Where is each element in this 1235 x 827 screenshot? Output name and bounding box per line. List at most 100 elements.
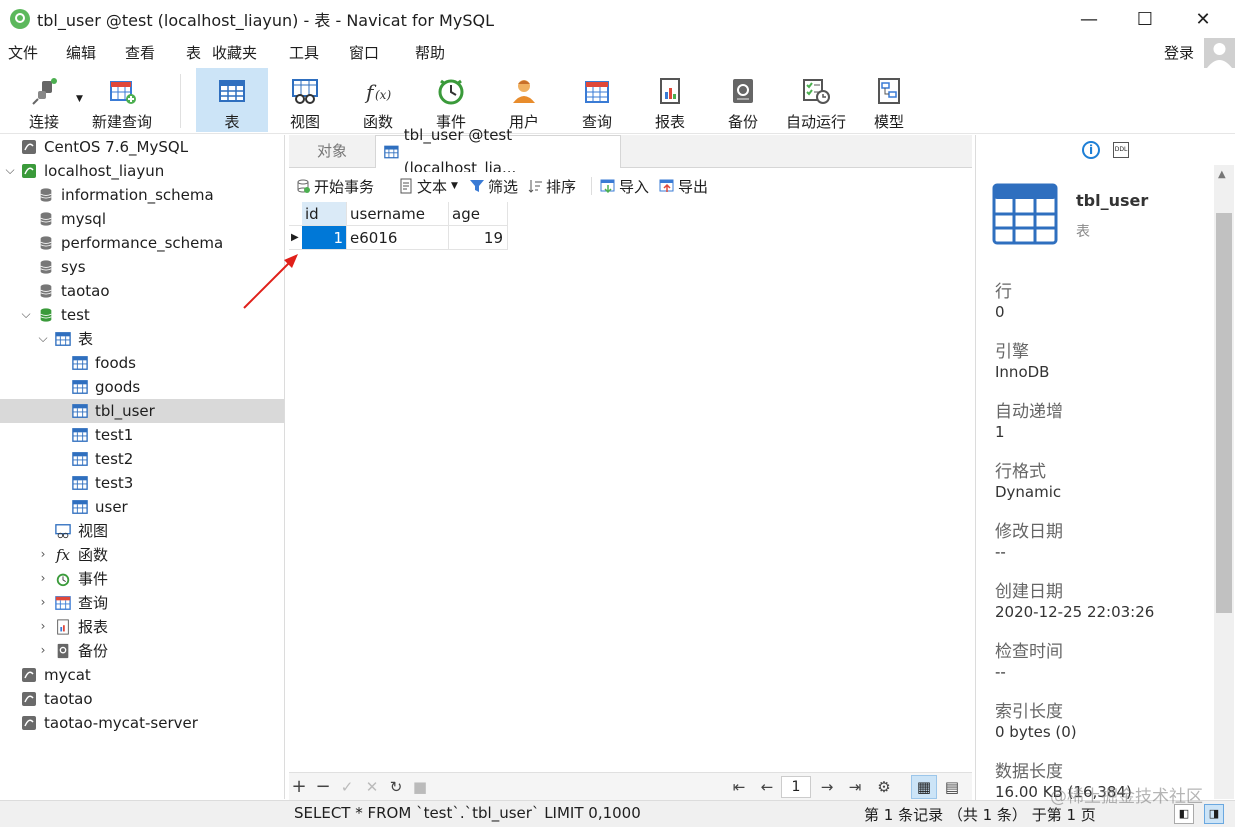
title-bar: tbl_user @test (localhost_liayun) - 表 - … bbox=[0, 0, 1235, 38]
discard-changes-button[interactable]: ✕ bbox=[362, 773, 382, 801]
add-record-button[interactable]: + bbox=[289, 773, 309, 801]
tree-folder-events[interactable]: 事件 bbox=[54, 567, 108, 591]
tree-connection-taotao[interactable]: taotao bbox=[20, 687, 93, 711]
current-row-indicator-icon[interactable]: ▶ bbox=[289, 226, 303, 250]
chevron-down-icon[interactable]: ⌵ bbox=[3, 163, 17, 178]
info-icon[interactable]: i bbox=[1082, 141, 1100, 159]
tree-db-sys[interactable]: sys bbox=[37, 255, 86, 279]
begin-transaction-button[interactable]: 开始事务 bbox=[295, 172, 374, 200]
tab-objects[interactable]: 对象 bbox=[309, 135, 355, 168]
tree-table-user[interactable]: user bbox=[71, 495, 128, 519]
next-page-button[interactable]: → bbox=[817, 773, 837, 801]
filter-button[interactable]: 筛选 bbox=[469, 172, 518, 200]
toolbar-new-query-button[interactable]: 新建查询 bbox=[86, 68, 158, 132]
scroll-up-icon[interactable]: ▲ bbox=[1218, 169, 1226, 180]
text-view-button[interactable]: 文本 ▼ bbox=[398, 172, 458, 200]
tree-connection-taotao-mycat-server[interactable]: taotao-mycat-server bbox=[20, 711, 198, 735]
ddl-icon[interactable]: DDL bbox=[1113, 142, 1129, 158]
menu-help[interactable]: 帮助 bbox=[415, 38, 445, 68]
navigation-tree: CentOS 7.6_MySQL ⌵ localhost_liayun info… bbox=[0, 135, 285, 799]
tab-tbl-user[interactable]: tbl_user @test (localhost_lia... bbox=[375, 126, 621, 177]
tree-table-tbl-user[interactable]: tbl_user bbox=[0, 399, 284, 423]
menu-table[interactable]: 表 bbox=[186, 38, 201, 68]
delete-record-button[interactable]: − bbox=[313, 773, 333, 801]
toolbar-backup-button[interactable]: 备份 bbox=[707, 68, 779, 132]
tree-table-test1[interactable]: test1 bbox=[71, 423, 133, 447]
tree-folder-reports[interactable]: 报表 bbox=[54, 615, 108, 639]
view-icon bbox=[292, 79, 318, 104]
chevron-down-icon[interactable]: ⌵ bbox=[36, 331, 50, 346]
column-header-id[interactable]: id bbox=[302, 202, 347, 226]
tree-table-goods[interactable]: goods bbox=[71, 375, 140, 399]
tree-folder-tables[interactable]: 表 bbox=[54, 327, 93, 351]
last-page-button[interactable]: ⇥ bbox=[845, 773, 865, 801]
tree-connection-centos[interactable]: CentOS 7.6_MySQL bbox=[20, 135, 188, 159]
prop-label-check-time: 检查时间 bbox=[995, 642, 1063, 662]
table-cell-username[interactable]: e6016 bbox=[347, 226, 449, 250]
panel-toggle-right-icon[interactable]: ◨ bbox=[1204, 804, 1224, 824]
toolbar-model-button[interactable]: 模型 bbox=[853, 68, 925, 132]
column-header-age[interactable]: age bbox=[449, 202, 508, 226]
column-header-username[interactable]: username bbox=[347, 202, 449, 226]
chevron-right-icon[interactable]: › bbox=[36, 619, 50, 633]
toolbar-report-button[interactable]: 报表 bbox=[634, 68, 706, 132]
stop-icon[interactable]: ■ bbox=[410, 773, 430, 801]
tree-table-test2[interactable]: test2 bbox=[71, 447, 133, 471]
scrollbar-thumb[interactable] bbox=[1216, 213, 1232, 613]
tree-connection-mycat[interactable]: mycat bbox=[20, 663, 91, 687]
toolbar-connection-button[interactable]: 连接 bbox=[8, 68, 80, 132]
maximize-button[interactable]: ☐ bbox=[1122, 0, 1168, 38]
menu-tools[interactable]: 工具 bbox=[289, 38, 319, 68]
toolbar-automation-button[interactable]: 自动运行 bbox=[780, 68, 852, 132]
menu-view[interactable]: 查看 bbox=[125, 38, 155, 68]
chevron-right-icon[interactable]: › bbox=[36, 595, 50, 609]
tree-db-test[interactable]: test bbox=[37, 303, 90, 327]
tree-connection-localhost[interactable]: localhost_liayun bbox=[20, 159, 164, 183]
page-number-input[interactable]: 1 bbox=[781, 776, 811, 798]
tree-label: foods bbox=[95, 354, 136, 372]
chevron-right-icon[interactable]: › bbox=[36, 643, 50, 657]
sort-icon bbox=[528, 180, 542, 193]
close-button[interactable]: ✕ bbox=[1180, 0, 1226, 38]
scrollbar[interactable]: ▲ bbox=[1214, 165, 1234, 799]
tree-folder-functions[interactable]: fx 函数 bbox=[54, 543, 108, 567]
grid-view-button[interactable]: ▦ bbox=[911, 775, 937, 799]
avatar[interactable] bbox=[1204, 38, 1235, 68]
table-cell-age[interactable]: 19 bbox=[449, 226, 508, 250]
panel-toggle-icon[interactable]: ◧ bbox=[1174, 804, 1194, 824]
tree-folder-queries[interactable]: 查询 bbox=[54, 591, 108, 615]
tree-db-taotao[interactable]: taotao bbox=[37, 279, 110, 303]
toolbar-view-button[interactable]: 视图 bbox=[269, 68, 341, 132]
prop-label-created: 创建日期 bbox=[995, 582, 1063, 602]
tree-db-performance-schema[interactable]: performance_schema bbox=[37, 231, 223, 255]
database-open-icon bbox=[37, 306, 55, 324]
menu-favorites[interactable]: 收藏夹 bbox=[212, 38, 257, 68]
apply-changes-button[interactable]: ✓ bbox=[337, 773, 357, 801]
menu-file[interactable]: 文件 bbox=[8, 38, 38, 68]
table-cell-id[interactable]: 1 bbox=[302, 226, 347, 250]
chevron-down-icon[interactable]: ⌵ bbox=[19, 307, 33, 322]
first-page-button[interactable]: ⇤ bbox=[729, 773, 749, 801]
tree-db-mysql[interactable]: mysql bbox=[37, 207, 106, 231]
form-view-button[interactable]: ▤ bbox=[942, 773, 962, 801]
tree-db-information-schema[interactable]: information_schema bbox=[37, 183, 214, 207]
import-button[interactable]: 导入 bbox=[600, 172, 649, 200]
tree-table-test3[interactable]: test3 bbox=[71, 471, 133, 495]
chevron-right-icon[interactable]: › bbox=[36, 547, 50, 561]
gear-icon[interactable]: ⚙ bbox=[874, 773, 894, 801]
chevron-right-icon[interactable]: › bbox=[36, 571, 50, 585]
login-link[interactable]: 登录 bbox=[1164, 38, 1194, 68]
export-button[interactable]: 导出 bbox=[659, 172, 708, 200]
sort-button[interactable]: 排序 bbox=[527, 172, 576, 200]
menu-edit[interactable]: 编辑 bbox=[66, 38, 96, 68]
toolbar-table-button[interactable]: 表 bbox=[196, 68, 268, 132]
tree-folder-backups[interactable]: 备份 bbox=[54, 639, 108, 663]
prev-page-button[interactable]: ← bbox=[757, 773, 777, 801]
tree-label: mycat bbox=[44, 666, 91, 684]
menu-window[interactable]: 窗口 bbox=[349, 38, 379, 68]
dropdown-arrow-icon[interactable]: ▼ bbox=[76, 94, 83, 104]
tree-table-foods[interactable]: foods bbox=[71, 351, 136, 375]
tree-folder-views[interactable]: 视图 bbox=[54, 519, 108, 543]
minimize-button[interactable]: — bbox=[1066, 0, 1112, 38]
refresh-icon[interactable]: ↻ bbox=[386, 773, 406, 801]
